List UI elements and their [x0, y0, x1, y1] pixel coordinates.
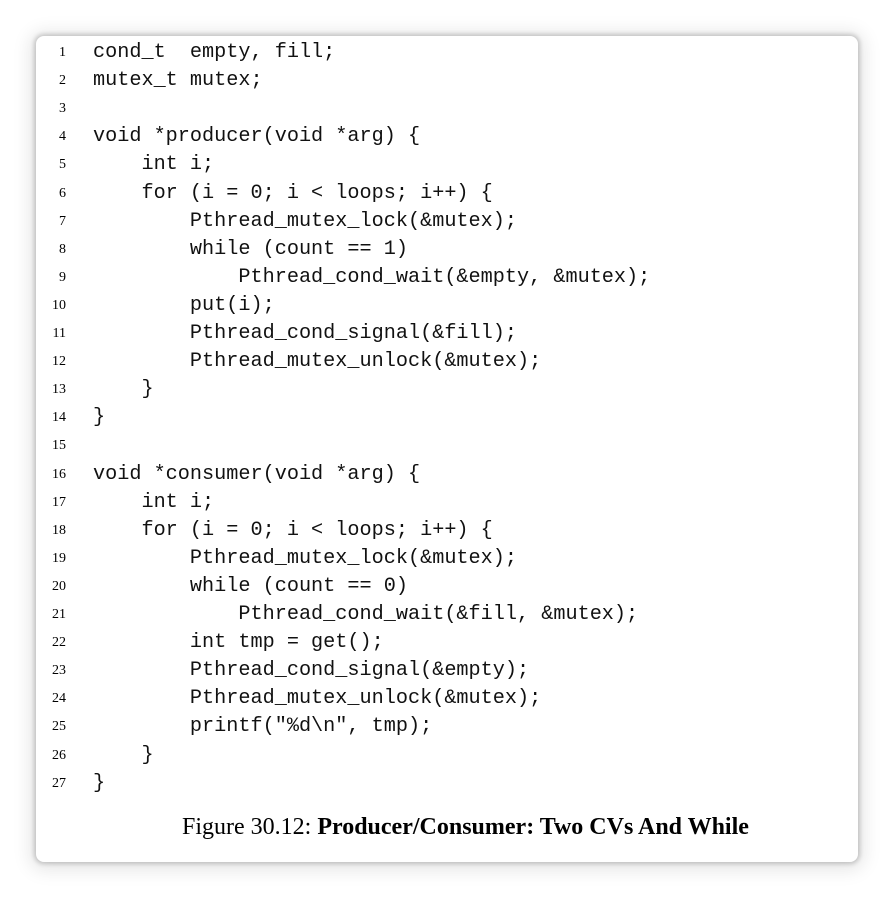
line-number: 3	[59, 101, 66, 117]
code-text: Pthread_cond_signal(&fill);	[93, 322, 518, 345]
line-number: 2	[59, 73, 66, 89]
code-text: while (count == 0)	[93, 574, 408, 598]
line-number: 9	[59, 269, 66, 285]
line-number: 14	[52, 410, 66, 426]
code-line: 26 }	[36, 742, 858, 770]
code-text: Pthread_mutex_unlock(&mutex);	[93, 350, 542, 374]
code-line: 9 Pthread_cond_wait(&empty, &mutex);	[36, 264, 858, 292]
code-line: 1 cond_t empty, fill;	[36, 39, 858, 67]
line-number: 22	[52, 635, 66, 651]
code-text: put(i);	[93, 293, 275, 317]
code-line: 13 }	[36, 376, 858, 404]
line-number: 13	[52, 382, 66, 398]
code-text: Pthread_cond_signal(&empty);	[93, 659, 530, 683]
code-text: int tmp = get();	[93, 631, 384, 655]
code-text: Pthread_mutex_unlock(&mutex);	[93, 687, 542, 711]
line-number: 19	[52, 550, 66, 566]
code-line: 25 printf("%d\n", tmp);	[36, 713, 858, 741]
line-number: 21	[52, 607, 66, 622]
figure-caption: Figure 30.12: Producer/Consumer: Two CVs…	[182, 814, 749, 841]
code-line: 27}	[36, 770, 858, 798]
code-line: 16 void *consumer(void *arg) {	[36, 461, 858, 489]
code-line: 23 Pthread_cond_signal(&empty);	[36, 657, 858, 685]
code-line: 6 for (i = 0; i < loops; i++) {	[36, 180, 858, 208]
line-number: 6	[59, 185, 66, 201]
code-text: Pthread_mutex_lock(&mutex);	[93, 546, 518, 570]
code-line: 14}	[36, 404, 858, 432]
code-text: }	[93, 406, 106, 430]
code-text: int i;	[93, 153, 215, 177]
code-line: 18 for (i = 0; i < loops; i++) {	[36, 517, 858, 545]
line-number: 4	[59, 129, 66, 145]
line-number: 27	[52, 775, 66, 791]
code-line: 8 while (count == 1)	[36, 236, 858, 264]
code-line: 4 void *producer(void *arg) {	[36, 123, 858, 151]
code-line: 3	[36, 95, 858, 123]
code-text: Pthread_mutex_lock(&mutex);	[93, 209, 518, 233]
code-line: 15	[36, 432, 858, 460]
line-number: 26	[52, 747, 66, 763]
code-line: 7 Pthread_mutex_lock(&mutex);	[36, 208, 858, 236]
code-text: while (count == 1)	[93, 237, 408, 261]
code-line: 22 int tmp = get();	[36, 629, 858, 657]
code-text: }	[93, 378, 154, 402]
figure-card: 1 cond_t empty, fill; 2 mutex_t mutex; 3 4 voi…	[36, 36, 858, 862]
line-number: 20	[52, 578, 66, 594]
code-line: 10 put(i);	[36, 292, 858, 320]
line-number: 23	[52, 663, 66, 679]
code-text: for (i = 0; i < loops; i++) {	[93, 518, 493, 542]
line-number: 10	[52, 297, 66, 313]
figure-caption-label: Figure 30.12:	[182, 814, 318, 840]
line-number: 5	[59, 157, 66, 173]
code-text: cond_t empty, fill;	[93, 41, 336, 64]
code-text: mutex_t mutex;	[93, 69, 263, 93]
line-number: 7	[59, 213, 66, 229]
code-text: void *producer(void *arg) {	[93, 125, 421, 149]
figure-caption-title: Producer/Consumer: Two CVs And While	[317, 814, 749, 840]
line-number: 16	[52, 466, 66, 482]
code-text: }	[93, 771, 106, 795]
code-line: 11 Pthread_cond_signal(&fill);	[36, 320, 858, 348]
code-text: Pthread_cond_wait(&empty, &mutex);	[93, 265, 651, 289]
code-line: 20 while (count == 0)	[36, 573, 858, 601]
line-number: 25	[52, 719, 66, 735]
line-number: 18	[52, 522, 66, 538]
code-line: 17 int i;	[36, 489, 858, 517]
code-text: int i;	[93, 490, 215, 514]
code-text: }	[93, 743, 154, 767]
line-number: 24	[52, 691, 66, 707]
code-line: 19 Pthread_mutex_lock(&mutex);	[36, 545, 858, 573]
code-text: Pthread_cond_wait(&fill, &mutex);	[93, 603, 639, 626]
code-line: 5 int i;	[36, 151, 858, 179]
code-line: 2 mutex_t mutex;	[36, 67, 858, 95]
line-number: 12	[52, 354, 66, 370]
line-number: 17	[52, 494, 66, 510]
line-number: 1	[59, 45, 66, 60]
line-number: 11	[52, 326, 66, 341]
code-line: 12 Pthread_mutex_unlock(&mutex);	[36, 348, 858, 376]
code-line: 24 Pthread_mutex_unlock(&mutex);	[36, 685, 858, 713]
line-number: 8	[59, 241, 66, 257]
code-text: printf("%d\n", tmp);	[93, 715, 433, 739]
code-text: void *consumer(void *arg) {	[93, 462, 421, 486]
code-text: for (i = 0; i < loops; i++) {	[93, 181, 493, 205]
line-number: 15	[52, 438, 66, 454]
code-line: 21 Pthread_cond_wait(&fill, &mutex);	[36, 601, 858, 629]
